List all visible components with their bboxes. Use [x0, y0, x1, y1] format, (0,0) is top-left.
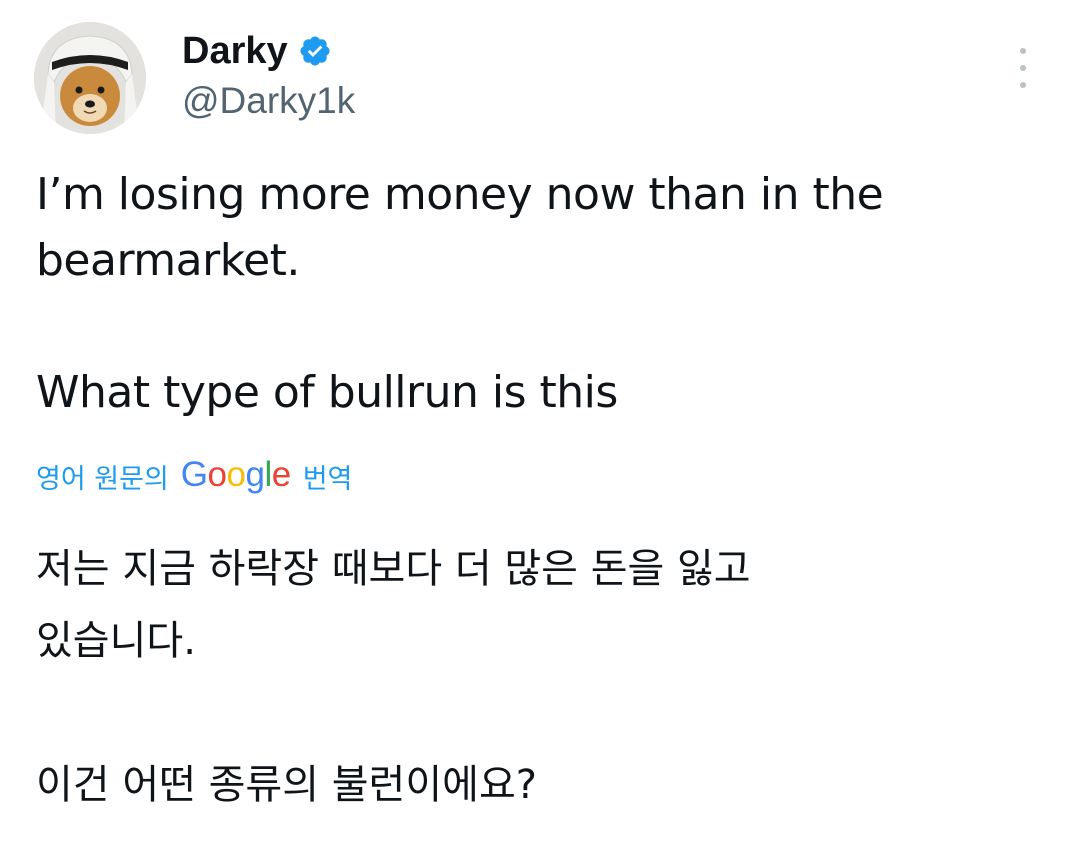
author-name-row: Darky	[182, 28, 332, 74]
translation-label-suffix: 번역	[302, 463, 353, 495]
translated-line: 이건 어떤 종류의 불런이에요?	[36, 762, 537, 808]
translation-attribution[interactable]: 영어 원문의 Google 번역	[36, 452, 352, 500]
translated-text: 저는 지금 하락장 때보다 더 많은 돈을 잃고 있습니다. 이건 어떤 종류의…	[36, 533, 1036, 821]
tweet-line: What type of bullrun is this	[36, 367, 618, 418]
translation-label-prefix: 영어 원문의	[36, 463, 169, 495]
google-logo: Google	[180, 455, 291, 494]
translated-line: 있습니다.	[36, 618, 196, 664]
dog-avatar-icon	[34, 22, 146, 134]
verified-badge-icon	[300, 36, 330, 66]
more-dot	[1020, 65, 1026, 71]
more-dot	[1020, 82, 1026, 88]
tweet-line: bearmarket.	[36, 235, 300, 286]
more-dot	[1020, 48, 1026, 54]
translated-line: 저는 지금 하락장 때보다 더 많은 돈을 잃고	[36, 546, 751, 592]
tweet-line: I’m losing more money now than in the	[36, 169, 884, 220]
more-vertical-icon[interactable]	[1010, 48, 1036, 88]
avatar[interactable]	[34, 22, 146, 134]
display-name[interactable]: Darky	[182, 28, 288, 74]
user-handle[interactable]: @Darky1k	[182, 78, 355, 124]
tweet-text: I’m losing more money now than in the be…	[36, 162, 1016, 426]
